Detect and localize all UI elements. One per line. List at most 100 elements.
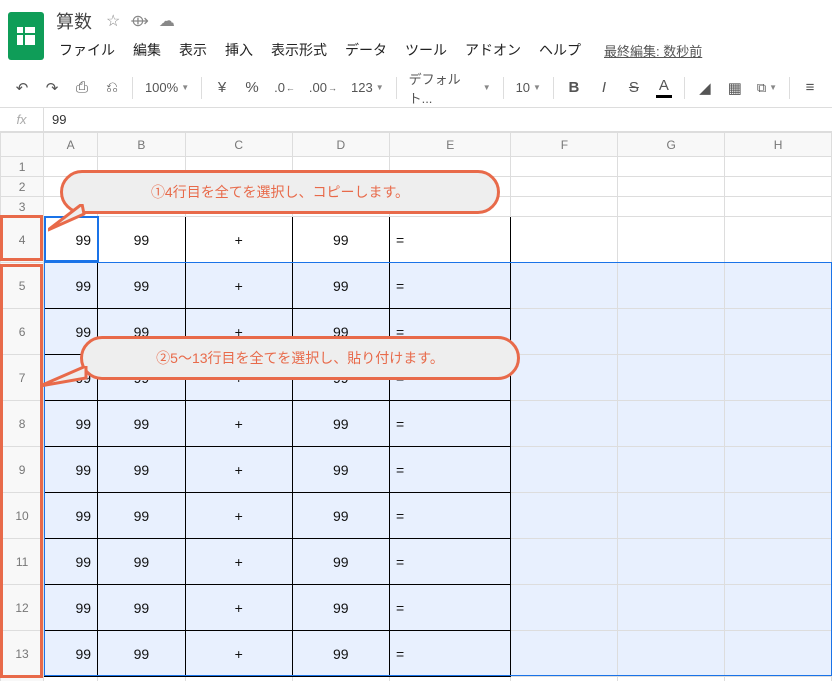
cell[interactable]: = <box>389 355 510 401</box>
cell[interactable] <box>618 447 725 493</box>
font-size-dropdown[interactable]: 10▼ <box>510 74 547 102</box>
cell[interactable] <box>185 197 292 217</box>
row-header[interactable]: 5 <box>1 263 44 309</box>
col-header-G[interactable]: G <box>618 133 725 157</box>
cloud-status-icon[interactable]: ☁ <box>159 11 175 31</box>
cell[interactable]: 99 <box>98 585 186 631</box>
cell[interactable] <box>44 197 98 217</box>
cell[interactable]: 99 <box>44 493 98 539</box>
cell[interactable] <box>511 177 618 197</box>
move-icon[interactable]: ⟴ <box>130 11 149 31</box>
spreadsheet-grid[interactable]: A B C D E F G H 12349999+99=59999+99=699… <box>0 132 832 681</box>
cell[interactable]: 99 <box>98 493 186 539</box>
cell[interactable]: = <box>389 493 510 539</box>
cell[interactable] <box>389 197 510 217</box>
row-header[interactable]: 12 <box>1 585 44 631</box>
row-header[interactable]: 11 <box>1 539 44 585</box>
cell[interactable]: 99 <box>44 447 98 493</box>
cell[interactable] <box>618 355 725 401</box>
menu-format[interactable]: 表示形式 <box>264 36 334 64</box>
cell[interactable] <box>511 197 618 217</box>
cell[interactable] <box>98 677 186 681</box>
zoom-dropdown[interactable]: 100%▼ <box>139 74 195 102</box>
menu-addons[interactable]: アドオン <box>458 36 528 64</box>
cell[interactable] <box>725 631 832 677</box>
cell[interactable] <box>618 309 725 355</box>
row-header[interactable]: 3 <box>1 197 44 217</box>
cell[interactable]: 99 <box>98 355 186 401</box>
cell[interactable]: + <box>185 355 292 401</box>
cell[interactable]: 99 <box>44 401 98 447</box>
sheets-logo[interactable] <box>8 12 44 60</box>
undo-button[interactable]: ↶ <box>8 74 36 102</box>
cell[interactable]: 99 <box>44 217 98 263</box>
cell[interactable]: 99 <box>44 539 98 585</box>
menu-edit[interactable]: 編集 <box>126 36 168 64</box>
cell[interactable] <box>618 217 725 263</box>
row-header[interactable]: 9 <box>1 447 44 493</box>
select-all-corner[interactable] <box>1 133 44 157</box>
font-dropdown[interactable]: デフォルト...▼ <box>403 74 497 102</box>
cell[interactable] <box>725 217 832 263</box>
currency-button[interactable]: ¥ <box>208 74 236 102</box>
cell[interactable] <box>618 539 725 585</box>
cell[interactable]: 99 <box>44 309 98 355</box>
cell[interactable] <box>292 177 389 197</box>
number-format-dropdown[interactable]: 123▼ <box>345 74 390 102</box>
cell[interactable]: + <box>185 631 292 677</box>
cell[interactable] <box>98 157 186 177</box>
cell[interactable]: + <box>185 309 292 355</box>
cell[interactable]: 99 <box>292 217 389 263</box>
text-color-button[interactable]: A <box>650 74 678 102</box>
cell[interactable] <box>292 677 389 681</box>
cell[interactable] <box>511 263 618 309</box>
cell[interactable]: 99 <box>292 447 389 493</box>
cell[interactable]: + <box>185 217 292 263</box>
cell[interactable]: = <box>389 309 510 355</box>
cell[interactable] <box>511 157 618 177</box>
cell[interactable] <box>511 355 618 401</box>
cell[interactable]: = <box>389 447 510 493</box>
col-header-E[interactable]: E <box>389 133 510 157</box>
cell[interactable] <box>511 539 618 585</box>
cell[interactable]: = <box>389 539 510 585</box>
cell[interactable]: 99 <box>98 631 186 677</box>
cell[interactable]: 99 <box>44 631 98 677</box>
strikethrough-button[interactable]: S <box>620 74 648 102</box>
cell[interactable]: + <box>185 539 292 585</box>
italic-button[interactable]: I <box>590 74 618 102</box>
cell[interactable]: = <box>389 263 510 309</box>
row-header[interactable]: 7 <box>1 355 44 401</box>
cell[interactable] <box>618 585 725 631</box>
cell[interactable] <box>44 157 98 177</box>
cell[interactable] <box>618 177 725 197</box>
cell[interactable]: + <box>185 447 292 493</box>
cell[interactable]: = <box>389 585 510 631</box>
cell[interactable] <box>618 401 725 447</box>
col-header-H[interactable]: H <box>725 133 832 157</box>
cell[interactable] <box>618 631 725 677</box>
cell[interactable]: 99 <box>292 309 389 355</box>
row-header[interactable]: 4 <box>1 217 44 263</box>
row-header[interactable]: 1 <box>1 157 44 177</box>
cell[interactable]: = <box>389 217 510 263</box>
cell[interactable]: 99 <box>98 309 186 355</box>
bold-button[interactable]: B <box>560 74 588 102</box>
formula-input[interactable]: 99 <box>44 112 66 127</box>
cell[interactable] <box>185 177 292 197</box>
menu-file[interactable]: ファイル <box>52 36 122 64</box>
document-title[interactable]: 算数 <box>52 8 96 34</box>
cell[interactable]: + <box>185 401 292 447</box>
cell[interactable] <box>511 677 618 681</box>
cell[interactable] <box>389 177 510 197</box>
cell[interactable]: + <box>185 493 292 539</box>
cell[interactable]: 99 <box>292 263 389 309</box>
cell[interactable]: 99 <box>98 539 186 585</box>
row-header[interactable]: 8 <box>1 401 44 447</box>
cell[interactable] <box>725 263 832 309</box>
cell[interactable] <box>44 177 98 197</box>
cell[interactable] <box>511 493 618 539</box>
col-header-B[interactable]: B <box>98 133 186 157</box>
cell[interactable] <box>618 157 725 177</box>
cell[interactable] <box>725 447 832 493</box>
